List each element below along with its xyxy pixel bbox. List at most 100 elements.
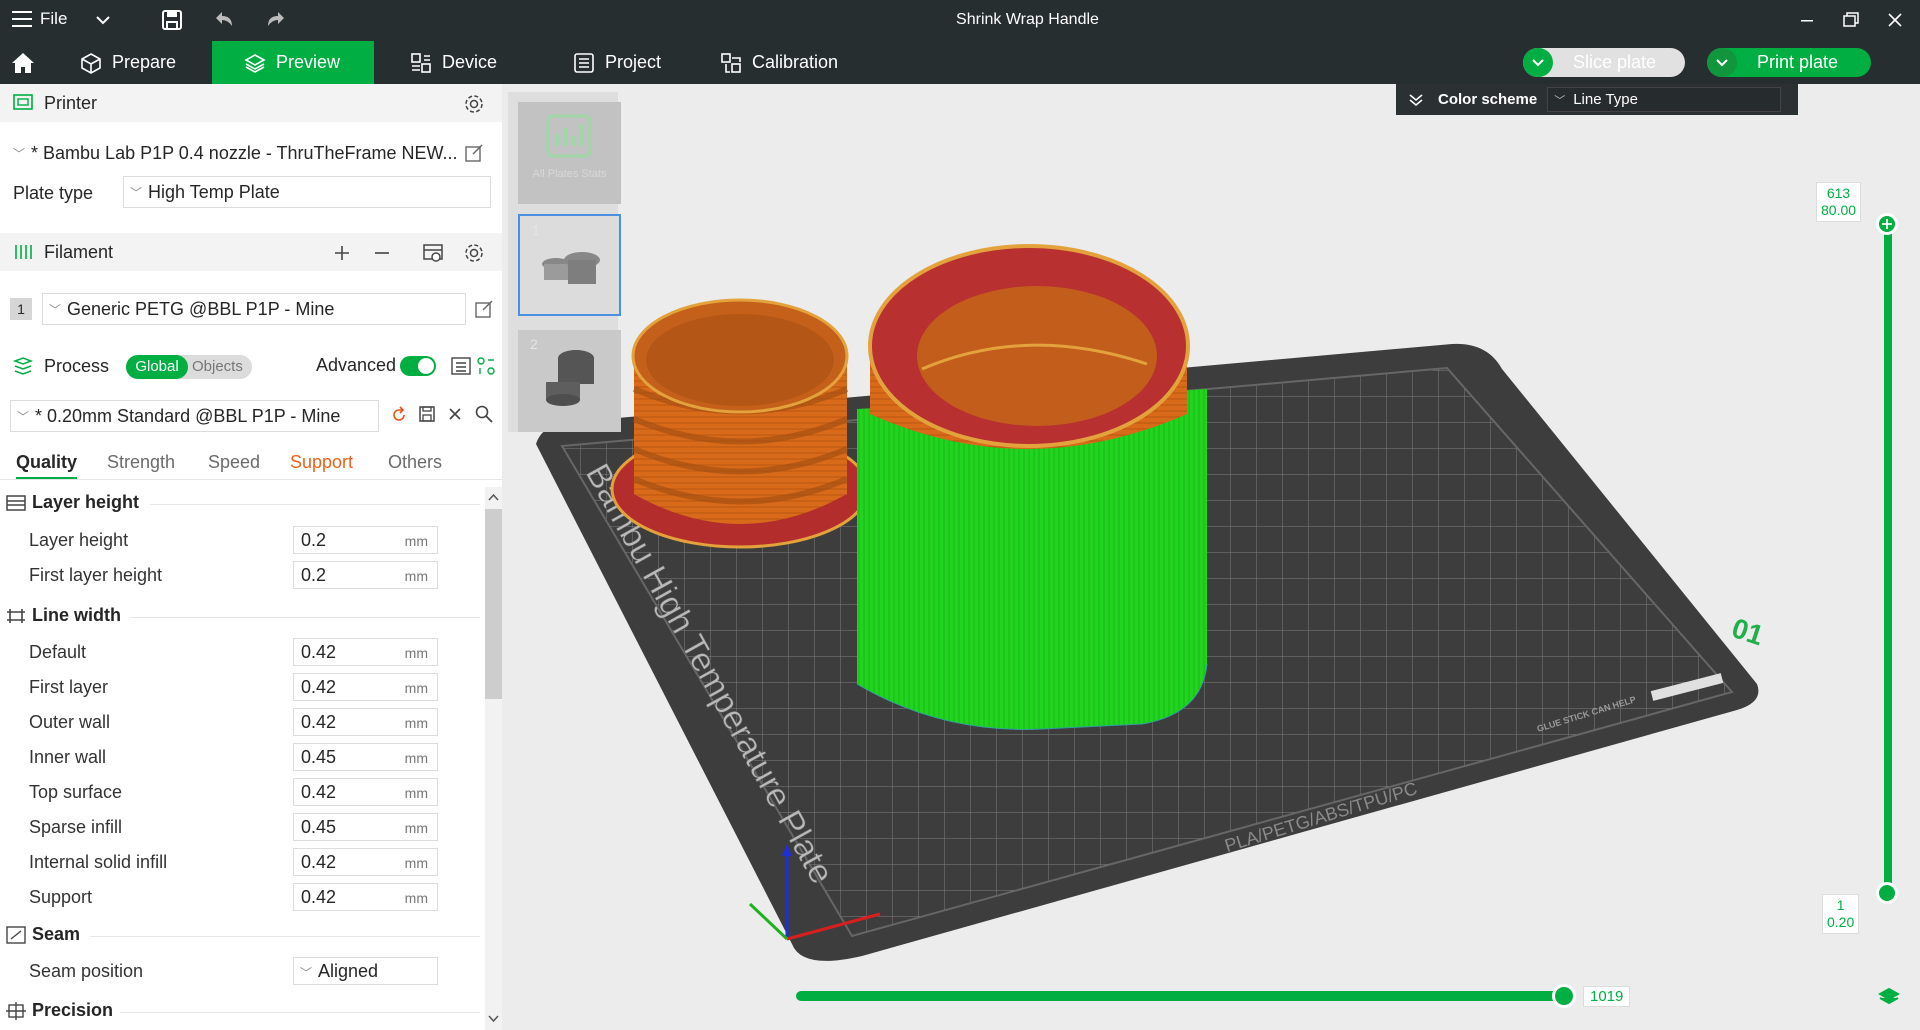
project-icon: [574, 52, 594, 73]
filament-preset-select[interactable]: ﹀ Generic PETG @BBL P1P - Mine: [42, 293, 466, 325]
plus-icon[interactable]: [332, 243, 352, 263]
layer-slider-bottom-handle[interactable]: [1876, 882, 1898, 904]
layers-icon[interactable]: [1878, 987, 1900, 1007]
reset-icon[interactable]: [390, 406, 408, 424]
gear-icon[interactable]: [463, 242, 485, 264]
scrollbar-thumb[interactable]: [485, 509, 502, 699]
lw-sparse-input[interactable]: 0.45 mm: [293, 813, 438, 841]
list-icon[interactable]: [450, 356, 472, 376]
chevron-down-icon: ﹀: [300, 966, 313, 980]
close-icon[interactable]: [447, 406, 463, 422]
3d-viewport[interactable]: Bambu High Temperature Plate 01 PLA/PETG…: [502, 84, 1920, 1030]
lw-top-input[interactable]: 0.42 mm: [293, 778, 438, 806]
chevron-down-icon[interactable]: [488, 1015, 499, 1023]
first-layer-height-label: First layer height: [29, 565, 163, 585]
tab-prepare[interactable]: Prepare: [62, 41, 212, 84]
field-value: 0.42: [301, 887, 337, 907]
lw-default-input[interactable]: 0.42 mm: [293, 638, 438, 666]
print-options-dropdown[interactable]: [1707, 48, 1737, 77]
lw-support-label: Support: [29, 887, 93, 907]
scope-toggle[interactable]: Global Objects: [126, 355, 252, 379]
unit-label: mm: [404, 533, 428, 549]
chevron-up-icon[interactable]: [488, 493, 499, 501]
tab-device[interactable]: Device: [392, 41, 542, 84]
calibration-icon: [721, 52, 741, 73]
gear-icon[interactable]: [463, 93, 485, 115]
slice-plate-button[interactable]: Slice plate: [1523, 48, 1685, 77]
first-layer-height-input[interactable]: 0.2 mm: [293, 561, 438, 589]
lw-internal-input[interactable]: 0.42 mm: [293, 848, 438, 876]
edit-icon[interactable]: [464, 143, 484, 163]
subtab-quality[interactable]: Quality: [16, 452, 78, 479]
subtab-support[interactable]: Support: [290, 452, 353, 473]
field-value: 0.42: [301, 642, 337, 662]
printer-preset-select[interactable]: ﹀ * Bambu Lab P1P 0.4 nozzle - ThruTheFr…: [5, 137, 463, 169]
lw-top-label: Top surface: [29, 782, 123, 802]
layer-height-label: Layer height: [29, 530, 129, 550]
plate-number: 01: [1728, 612, 1767, 651]
scope-objects[interactable]: Objects: [192, 355, 243, 379]
compare-icon[interactable]: [476, 356, 496, 376]
unit-label: mm: [404, 750, 428, 766]
color-scheme-select[interactable]: ﹀ Line Type: [1547, 87, 1782, 112]
color-scheme-value: Line Type: [1573, 91, 1638, 108]
color-scheme-bar: Color scheme ﹀ Line Type: [1396, 84, 1798, 115]
plate-thumbnail-2[interactable]: 2: [518, 330, 621, 432]
sync-ams-icon[interactable]: [422, 242, 444, 264]
move-slider-track[interactable]: [796, 991, 1564, 1001]
tab-preview[interactable]: Preview: [212, 41, 374, 84]
lw-outer-input[interactable]: 0.42 mm: [293, 708, 438, 736]
plate-type-select[interactable]: ﹀ High Temp Plate: [123, 176, 491, 208]
title-bar: File Shrink Wrap Handle: [0, 0, 1920, 41]
restore-icon[interactable]: [1840, 9, 1862, 31]
settings-scrollbar[interactable]: [485, 487, 502, 1030]
seam-position-select[interactable]: ﹀ Aligned: [293, 957, 438, 985]
filament-icon: [15, 245, 32, 259]
layer-bottom-height: 0.20: [1827, 914, 1855, 930]
save-icon[interactable]: [418, 405, 436, 423]
printer-preset-value: * Bambu Lab P1P 0.4 nozzle - ThruTheFram…: [31, 142, 458, 163]
tab-project[interactable]: Project: [555, 41, 705, 84]
plate-type-label: Plate type: [13, 183, 94, 203]
home-icon[interactable]: [10, 50, 36, 76]
lw-inner-input[interactable]: 0.45 mm: [293, 743, 438, 771]
print-plate-button[interactable]: Print plate: [1707, 48, 1871, 77]
field-value: 0.45: [301, 747, 337, 767]
subtab-strength[interactable]: Strength: [107, 452, 175, 473]
unit-label: mm: [404, 785, 428, 801]
divider: [150, 504, 480, 505]
layer-height-input[interactable]: 0.2 mm: [293, 526, 438, 554]
layer-height-icon: [6, 494, 26, 511]
collapse-icon[interactable]: [1408, 93, 1424, 107]
process-preset-select[interactable]: ﹀ * 0.20mm Standard @BBL P1P - Mine: [10, 400, 379, 432]
tab-calibration[interactable]: Calibration: [702, 41, 882, 84]
lw-first-input[interactable]: 0.42 mm: [293, 673, 438, 701]
field-value: Aligned: [318, 961, 379, 981]
subtab-others[interactable]: Others: [388, 452, 442, 473]
field-value: 0.45: [301, 817, 337, 837]
slice-options-dropdown[interactable]: [1523, 48, 1553, 77]
lw-support-input[interactable]: 0.42 mm: [293, 883, 438, 911]
chevron-down-icon: ﹀: [17, 409, 30, 424]
layer-slider-top-handle[interactable]: [1876, 213, 1898, 235]
close-icon[interactable]: [1884, 9, 1906, 31]
edit-icon[interactable]: [474, 299, 494, 319]
build-plate-scene[interactable]: Bambu High Temperature Plate 01 PLA/PETG…: [502, 84, 1920, 1030]
move-slider-handle[interactable]: [1552, 984, 1576, 1008]
filament-header-label: Filament: [44, 241, 114, 262]
printer-icon: [13, 94, 33, 110]
lw-sparse-label: Sparse infill: [29, 817, 123, 837]
all-plates-stats-button[interactable]: All Plates Stats: [518, 102, 621, 204]
stats-label: All Plates Stats: [532, 168, 607, 180]
subtab-speed[interactable]: Speed: [208, 452, 260, 473]
unit-label: mm: [404, 715, 428, 731]
layer-bottom-count: 1: [1836, 897, 1845, 913]
tab-label: Device: [442, 52, 498, 72]
minimize-icon[interactable]: [1796, 9, 1818, 31]
scope-global[interactable]: Global: [126, 355, 188, 379]
advanced-toggle[interactable]: [400, 356, 436, 376]
layer-slider-track[interactable]: [1884, 224, 1892, 900]
search-icon[interactable]: [474, 404, 494, 424]
minus-icon[interactable]: [372, 243, 392, 263]
plate-thumbnail-1[interactable]: 1: [518, 214, 621, 316]
